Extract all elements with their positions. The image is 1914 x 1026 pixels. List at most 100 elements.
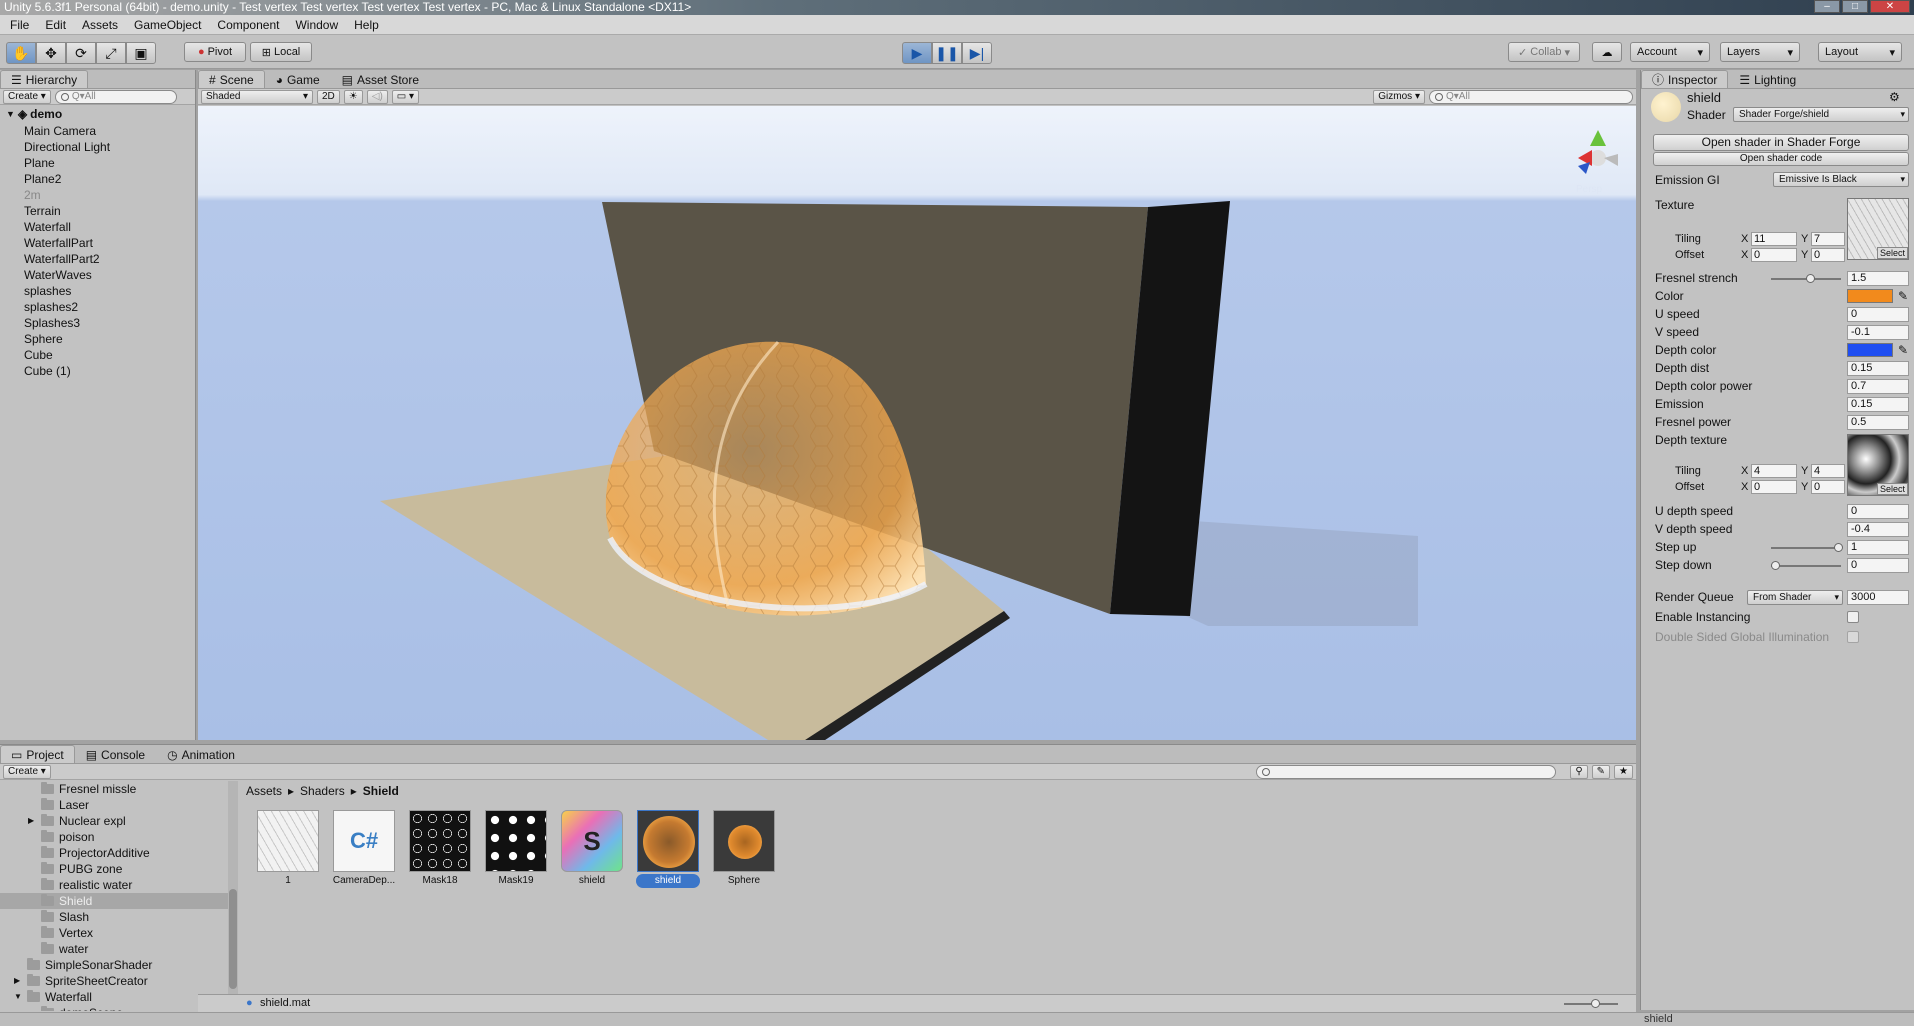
hierarchy-item[interactable]: Splashes3	[0, 315, 195, 331]
tab-scene[interactable]: # Scene	[198, 70, 265, 88]
cloud-button[interactable]: ☁	[1592, 42, 1622, 62]
scene-viewport[interactable]: Persp	[198, 106, 1636, 740]
tree-folder-item[interactable]: realistic water	[0, 877, 230, 893]
tree-folder-item[interactable]: water	[0, 941, 230, 957]
asset-item[interactable]: Mask19	[484, 810, 548, 888]
step-down-input[interactable]: 0	[1847, 558, 1909, 573]
depth-color-swatch[interactable]	[1847, 343, 1893, 357]
offset-y-input[interactable]: 0	[1811, 248, 1845, 262]
hierarchy-item[interactable]: splashes	[0, 283, 195, 299]
menu-help[interactable]: Help	[346, 15, 387, 35]
hierarchy-item[interactable]: WaterWaves	[0, 267, 195, 283]
tree-scrollbar-thumb[interactable]	[229, 889, 237, 989]
u-speed-input[interactable]: 0	[1847, 307, 1909, 322]
breadcrumb-shield[interactable]: Shield	[363, 784, 399, 798]
move-tool-icon[interactable]: ✥	[36, 42, 66, 64]
slider-knob[interactable]	[1770, 561, 1780, 570]
chevron-right-icon[interactable]: ▶	[28, 813, 36, 829]
eyedropper-icon[interactable]: ✎	[1896, 289, 1910, 303]
hierarchy-search-input[interactable]: Q▾All	[54, 89, 177, 104]
tree-folder-item[interactable]: Fresnel missle	[0, 781, 230, 797]
tab-lighting[interactable]: ☰ Lighting	[1728, 70, 1807, 88]
asset-item[interactable]: S shield	[560, 810, 624, 888]
asset-item[interactable]: Mask18	[408, 810, 472, 888]
hierarchy-item[interactable]: Sphere	[0, 331, 195, 347]
chevron-down-icon[interactable]: ▼	[14, 989, 22, 1005]
emission-gi-dropdown[interactable]: Emissive Is Black	[1773, 172, 1909, 187]
hierarchy-item[interactable]: WaterfallPart	[0, 235, 195, 251]
play-icon[interactable]: ▶	[902, 42, 932, 64]
tree-folder-item[interactable]: SimpleSonarShader	[0, 957, 230, 973]
hierarchy-item[interactable]: Main Camera	[0, 123, 195, 139]
2d-toggle[interactable]: 2D	[317, 89, 340, 104]
depth-color-power-input[interactable]: 0.7	[1847, 379, 1909, 394]
color-swatch[interactable]	[1847, 289, 1893, 303]
tree-folder-item[interactable]: Slash	[0, 909, 230, 925]
asset-item[interactable]: C# CameraDep...	[332, 810, 396, 888]
rect-tool-icon[interactable]: ▣	[126, 42, 156, 64]
menu-assets[interactable]: Assets	[74, 15, 126, 35]
pivot-toggle[interactable]: ● Pivot	[184, 42, 246, 62]
collab-dropdown[interactable]: ✓ Collab ▾	[1508, 42, 1580, 62]
tree-folder-item[interactable]: ▶ SpriteSheetCreator	[0, 973, 230, 989]
offset-x-input[interactable]: 0	[1751, 248, 1797, 262]
v-speed-input[interactable]: -0.1	[1847, 325, 1909, 340]
step-icon[interactable]: ▶|	[962, 42, 992, 64]
breadcrumb-assets[interactable]: Assets	[246, 784, 282, 798]
scene-root[interactable]: ▼ ◈ demo	[0, 105, 195, 123]
effects-dropdown-icon[interactable]: ▭ ▾	[391, 89, 420, 104]
tree-folder-item[interactable]: ▶ Nuclear expl	[0, 813, 230, 829]
minimize-button[interactable]: –	[1814, 0, 1840, 13]
slider-knob[interactable]	[1591, 999, 1600, 1008]
step-down-slider[interactable]	[1771, 565, 1841, 567]
maximize-button[interactable]: □	[1842, 0, 1868, 13]
dtiling-y-input[interactable]: 4	[1811, 464, 1845, 478]
fresnel-power-input[interactable]: 0.5	[1847, 415, 1909, 430]
double-sided-gi-checkbox[interactable]	[1847, 631, 1859, 643]
audio-toggle-icon[interactable]: ◁)	[366, 89, 388, 104]
breadcrumb-shaders[interactable]: Shaders	[300, 784, 345, 798]
tab-console[interactable]: ▤ Console	[75, 745, 156, 763]
rotate-tool-icon[interactable]: ⟳	[66, 42, 96, 64]
hierarchy-item[interactable]: Waterfall	[0, 219, 195, 235]
enable-instancing-checkbox[interactable]	[1847, 611, 1859, 623]
favorite-star-icon[interactable]: ★	[1614, 764, 1633, 779]
create-dropdown[interactable]: Create ▾	[3, 89, 51, 104]
layers-dropdown[interactable]: Layers ▾	[1720, 42, 1800, 62]
asset-item[interactable]: shield	[636, 810, 700, 888]
scale-tool-icon[interactable]: ⤢	[96, 42, 126, 64]
shader-dropdown[interactable]: Shader Forge/shield	[1733, 107, 1909, 122]
texture-select-button[interactable]: Select	[1876, 247, 1908, 259]
tree-scrollbar[interactable]	[228, 781, 238, 1013]
tree-folder-item[interactable]: PUBG zone	[0, 861, 230, 877]
dtiling-x-input[interactable]: 4	[1751, 464, 1797, 478]
menu-gameobject[interactable]: GameObject	[126, 15, 209, 35]
tab-game[interactable]: ◕ Game	[265, 70, 331, 88]
tree-folder-item[interactable]: Shield	[0, 893, 230, 909]
pause-icon[interactable]: ❚❚	[932, 42, 962, 64]
hierarchy-item[interactable]: Cube	[0, 347, 195, 363]
depth-texture-select-button[interactable]: Select	[1876, 483, 1908, 495]
tree-folder-item[interactable]: ProjectorAdditive	[0, 845, 230, 861]
scene-search-input[interactable]: Q▾All	[1429, 89, 1633, 104]
tree-folder-item[interactable]: demoScene	[0, 1005, 230, 1011]
gizmos-dropdown[interactable]: Gizmos ▾	[1373, 89, 1425, 104]
asset-item[interactable]: 1	[256, 810, 320, 888]
doffset-y-input[interactable]: 0	[1811, 480, 1845, 494]
eyedropper-icon[interactable]: ✎	[1896, 343, 1910, 357]
menu-edit[interactable]: Edit	[37, 15, 74, 35]
hierarchy-item[interactable]: Cube (1)	[0, 363, 195, 379]
lighting-toggle-icon[interactable]: ☀	[343, 89, 363, 104]
depth-dist-input[interactable]: 0.15	[1847, 361, 1909, 376]
tab-inspector[interactable]: ⓘ Inspector	[1641, 70, 1729, 88]
asset-item[interactable]: Sphere	[712, 810, 776, 888]
tab-asset-store[interactable]: ▤ Asset Store	[331, 70, 430, 88]
slider-knob[interactable]	[1805, 274, 1815, 283]
tree-folder-item[interactable]: ▼ Waterfall	[0, 989, 230, 1005]
chevron-right-icon[interactable]: ▶	[14, 973, 22, 989]
project-search-input[interactable]	[1256, 764, 1557, 779]
tab-project[interactable]: ▭ Project	[0, 745, 75, 763]
hierarchy-item[interactable]: 2m	[0, 187, 195, 203]
render-queue-dropdown[interactable]: From Shader	[1747, 590, 1843, 605]
step-up-input[interactable]: 1	[1847, 540, 1909, 555]
